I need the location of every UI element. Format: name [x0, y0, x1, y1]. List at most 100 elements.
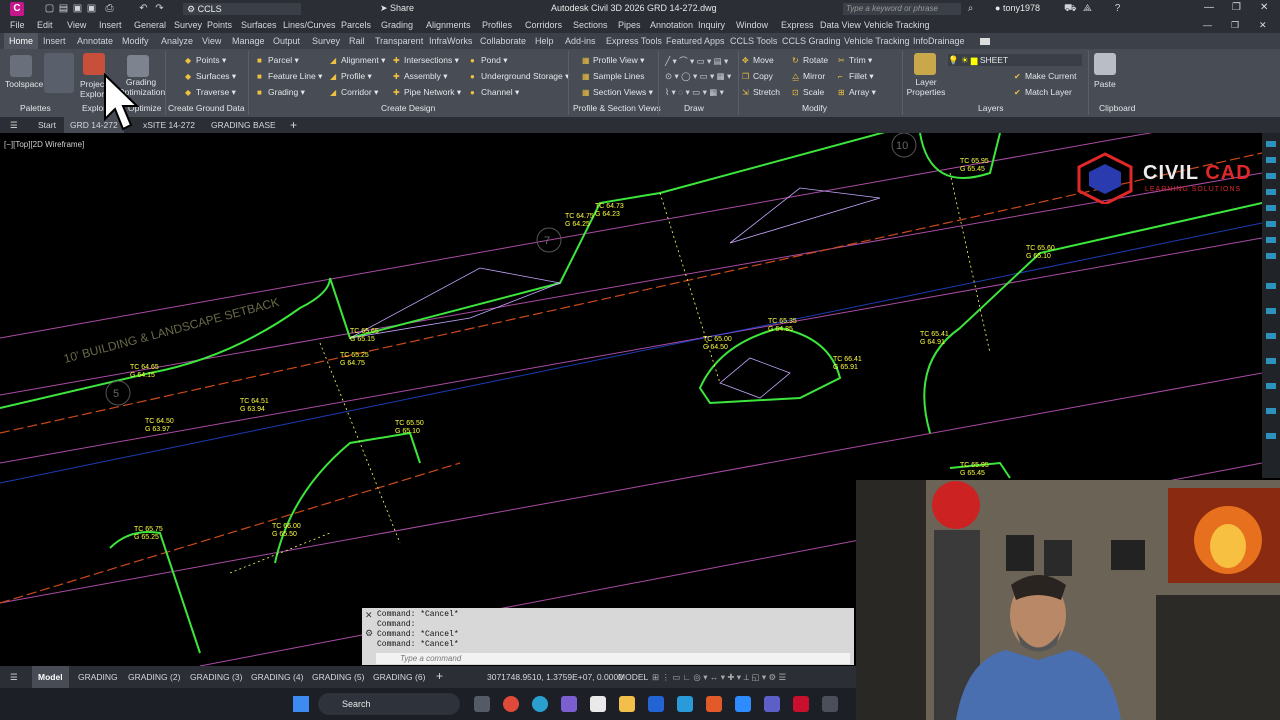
nav-tool-icon[interactable]: [1266, 358, 1276, 364]
layer-properties-icon[interactable]: [914, 53, 936, 75]
layout-tab-grading-5[interactable]: GRADING (5): [312, 672, 364, 682]
move-button[interactable]: ✥ Move: [742, 55, 774, 65]
pipe-network-button[interactable]: ✚ Pipe Network ▾: [393, 87, 461, 98]
nav-tool-icon[interactable]: [1266, 333, 1276, 339]
app-icon[interactable]: [677, 696, 693, 712]
help-icon[interactable]: ?: [1112, 3, 1123, 14]
tab-transparent[interactable]: Transparent: [375, 36, 423, 46]
polyline-tool-icon[interactable]: ⌇ ▾ ◌ ▾ ▭ ▾ ▦ ▾: [665, 87, 724, 98]
menu-corridors[interactable]: Corridors: [525, 20, 562, 30]
underground-storage-button[interactable]: ● Underground Storage ▾: [470, 71, 569, 82]
menu-surfaces[interactable]: Surfaces: [241, 20, 277, 30]
menu-alignments[interactable]: Alignments: [426, 20, 471, 30]
menu-insert[interactable]: Insert: [99, 20, 122, 30]
menu-data-view[interactable]: Data View: [820, 20, 861, 30]
copilot-icon[interactable]: [561, 696, 577, 712]
tab-express-tools[interactable]: Express Tools: [606, 36, 662, 46]
menu-points[interactable]: Points: [207, 20, 232, 30]
nav-tool-icon[interactable]: [1266, 173, 1276, 179]
palettes-title[interactable]: Palettes: [20, 103, 51, 113]
menu-express[interactable]: Express: [781, 20, 814, 30]
doc-tab-xsite[interactable]: xSITE 14-272: [143, 120, 195, 130]
workspace-select[interactable]: ⚙ CCLS: [183, 3, 301, 15]
layers-title[interactable]: Layers: [978, 103, 1004, 113]
toolspace-label[interactable]: Toolspace: [5, 79, 43, 89]
app-icon[interactable]: [706, 696, 722, 712]
menu-lines-curves[interactable]: Lines/Curves: [283, 20, 336, 30]
section-views-button[interactable]: ▦ Section Views ▾: [582, 87, 653, 98]
corridor-button[interactable]: ◢ Corridor ▾: [330, 87, 378, 98]
parcel-button[interactable]: ■ Parcel ▾: [257, 55, 299, 66]
tab-ccls-tools[interactable]: CCLS Tools: [730, 36, 777, 46]
fillet-button[interactable]: ⌐ Fillet ▾: [838, 71, 874, 82]
tab-rail[interactable]: Rail: [349, 36, 365, 46]
layout-menu-icon[interactable]: ☰: [10, 672, 18, 683]
paste-icon[interactable]: [1094, 53, 1116, 75]
command-settings-icon[interactable]: ⚙: [365, 628, 373, 639]
stretch-button[interactable]: ⇲ Stretch: [742, 87, 780, 97]
menu-profiles[interactable]: Profiles: [482, 20, 512, 30]
nav-tool-icon[interactable]: [1266, 433, 1276, 439]
tab-manage[interactable]: Manage: [232, 36, 265, 46]
feature-line-button[interactable]: ■ Feature Line ▾: [257, 71, 322, 82]
nav-tool-icon[interactable]: [1266, 283, 1276, 289]
circle-tool-icon[interactable]: ⊙ ▾ ◯ ▾ ▭ ▾ ▦ ▾: [665, 71, 731, 82]
palettes-grid-icon[interactable]: [44, 53, 74, 93]
layer-dropdown[interactable]: 💡 ☀ ▆ SHEET: [948, 54, 1082, 66]
tab-insert[interactable]: Insert: [43, 36, 66, 46]
edge-icon[interactable]: [532, 696, 548, 712]
menu-parcels[interactable]: Parcels: [341, 20, 371, 30]
undo-icon[interactable]: ↶: [138, 3, 149, 14]
pond-button[interactable]: ● Pond ▾: [470, 55, 508, 66]
store-icon[interactable]: [590, 696, 606, 712]
menu-view[interactable]: View: [67, 20, 86, 30]
windows-start-icon[interactable]: [293, 696, 309, 712]
menu-pipes[interactable]: Pipes: [618, 20, 641, 30]
draw-title[interactable]: Draw: [684, 103, 704, 113]
nav-tool-icon[interactable]: [1266, 237, 1276, 243]
layout-tab-model[interactable]: Model: [32, 666, 69, 688]
search-icon[interactable]: ⌕: [965, 3, 976, 14]
layer-properties-label[interactable]: Layer Properties: [906, 77, 946, 97]
minimize-icon[interactable]: —: [1204, 2, 1214, 13]
share-button[interactable]: ➤ Share: [380, 3, 414, 14]
tab-vehicle-tracking[interactable]: Vehicle Tracking: [844, 36, 910, 46]
menu-survey[interactable]: Survey: [174, 20, 202, 30]
menu-sections[interactable]: Sections: [573, 20, 608, 30]
nav-tool-icon[interactable]: [1266, 141, 1276, 147]
layout-tab-grading[interactable]: GRADING: [78, 672, 118, 682]
file-menu-icon[interactable]: ☰: [10, 120, 18, 131]
tab-home[interactable]: Home: [4, 33, 39, 49]
command-close-icon[interactable]: ✕: [365, 610, 373, 621]
doc-tab-start[interactable]: Start: [38, 120, 56, 130]
channel-button[interactable]: ● Channel ▾: [470, 87, 519, 98]
assembly-button[interactable]: ✚ Assembly ▾: [393, 71, 447, 82]
menu-minimize-icon[interactable]: —: [1203, 20, 1212, 30]
project-explorer-icon[interactable]: [83, 53, 105, 75]
surfaces-button[interactable]: ◆ Surfaces ▾: [185, 71, 236, 82]
chrome-icon[interactable]: [503, 696, 519, 712]
tab-analyze[interactable]: Analyze: [161, 36, 193, 46]
app-icon[interactable]: [822, 696, 838, 712]
line-tool-icon[interactable]: ╱ ▾ ⌒ ▾ ▭ ▾ ▤ ▾: [665, 55, 728, 67]
sample-lines-button[interactable]: ▦ Sample Lines: [582, 71, 645, 81]
array-button[interactable]: ⊞ Array ▾: [838, 87, 876, 98]
layout-tab-grading-6[interactable]: GRADING (6): [373, 672, 425, 682]
nav-tool-icon[interactable]: [1266, 157, 1276, 163]
redo-icon[interactable]: ↷: [154, 3, 165, 14]
paste-label[interactable]: Paste: [1094, 79, 1116, 89]
profile-view-button[interactable]: ▦ Profile View ▾: [582, 55, 644, 66]
create-ground-title[interactable]: Create Ground Data: [168, 103, 245, 113]
create-design-title[interactable]: Create Design: [381, 103, 435, 113]
zoom-icon[interactable]: [735, 696, 751, 712]
cart-icon[interactable]: ⛟: [1064, 3, 1077, 14]
nav-tool-icon[interactable]: [1266, 253, 1276, 259]
grading-button[interactable]: ■ Grading ▾: [257, 87, 305, 98]
tab-annotate[interactable]: Annotate: [77, 36, 113, 46]
task-view-icon[interactable]: [474, 696, 490, 712]
nav-tool-icon[interactable]: [1266, 383, 1276, 389]
trim-button[interactable]: ✂ Trim ▾: [838, 55, 872, 66]
command-input[interactable]: Type a command: [376, 653, 850, 664]
menu-annotation[interactable]: Annotation: [650, 20, 693, 30]
layout-tab-grading-3[interactable]: GRADING (3): [190, 672, 242, 682]
